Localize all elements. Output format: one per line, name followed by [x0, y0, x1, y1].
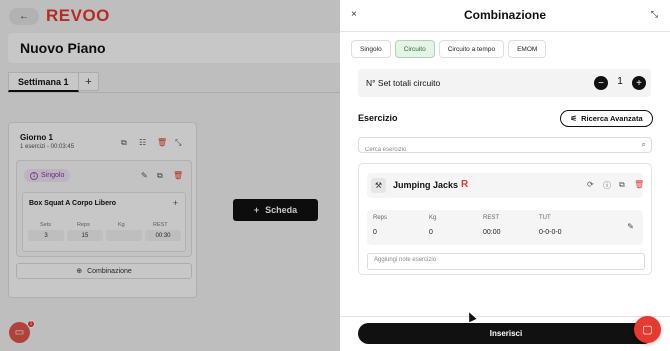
advanced-search-label: Ricerca Avanzata: [581, 114, 643, 123]
add-scheda-button[interactable]: + Scheda: [233, 199, 318, 221]
type-badge: 1 Singolo: [24, 169, 71, 182]
exercise-name[interactable]: Jumping Jacks: [393, 180, 458, 190]
collapse-icon[interactable]: ⤡: [651, 9, 658, 20]
back-button[interactable]: ←: [9, 8, 39, 25]
trash-icon[interactable]: 🗑: [157, 138, 167, 147]
replace-icon[interactable]: ⟳: [587, 180, 594, 189]
reps-value: 0: [373, 229, 377, 236]
sets-stepper: N° Set totali circuito − 1 +: [358, 69, 651, 97]
exercise-card[interactable]: Box Squat A Corpo Libero + Sets Reps Kg …: [22, 192, 186, 252]
pencil-icon[interactable]: ✎: [141, 171, 148, 180]
exercise-item: ⚒ Jumping Jacks R ⟳ ⓘ ⧉ 🗑 Reps Kg REST T…: [358, 163, 652, 275]
exercise-header: ⚒ Jumping Jacks R ⟳ ⓘ ⧉ 🗑: [367, 173, 644, 198]
copy-icon[interactable]: ⧉: [157, 171, 163, 181]
exercise-group: 1 Singolo ✎ ⧉ 🗑 Box Squat A Corpo Libero…: [16, 160, 192, 257]
stat-header: Reps: [373, 215, 388, 221]
col-header: Reps: [77, 222, 90, 228]
combination-label: Combinazione: [87, 267, 132, 275]
insert-button[interactable]: Inserisci: [358, 323, 654, 344]
minus-button[interactable]: −: [594, 76, 608, 90]
tab-emom[interactable]: EMOM: [508, 40, 547, 58]
stat-header: REST: [483, 215, 500, 221]
tut-value: 0-0-0-0: [539, 229, 562, 236]
col-header: Sets: [40, 222, 52, 228]
col-header: Kg: [118, 222, 125, 228]
rest-value: 00:00: [483, 229, 501, 236]
notes-field[interactable]: [368, 254, 644, 269]
exercise-thumbnail-icon: ⚒: [371, 178, 386, 193]
chat-icon: ▭: [14, 327, 25, 338]
reps-value[interactable]: 15: [67, 230, 103, 241]
filter-icon: ⚟: [570, 114, 578, 123]
info-icon[interactable]: ⓘ: [603, 180, 611, 191]
plus-icon: +: [253, 205, 260, 215]
pencil-icon[interactable]: ✎: [627, 222, 634, 231]
combination-button[interactable]: ⊕ Combinazione: [16, 263, 192, 279]
tabs-divider: [8, 92, 340, 93]
notification-badge: 1: [27, 320, 35, 328]
add-week-button[interactable]: +: [78, 72, 99, 91]
day-card: Giorno 1 1 esercizi - 00:03:45 ⧉ ☷ 🗑 ⤡ 1…: [8, 122, 197, 298]
header-divider: [340, 31, 670, 32]
copy-icon[interactable]: ⧉: [121, 138, 127, 148]
type-number: 1: [30, 171, 38, 180]
exercise-flag: R: [461, 179, 469, 190]
search-box: ⌕: [358, 137, 652, 157]
arrow-left-icon: ←: [19, 11, 29, 22]
plan-title-bar: Nuovo Piano: [8, 33, 353, 63]
day-subtitle: 1 esercizi - 00:03:45: [20, 144, 75, 150]
kg-value[interactable]: [106, 230, 142, 241]
combination-panel: × Combinazione ⤡ Singolo Circuito Circui…: [340, 0, 670, 351]
kg-value: 0: [429, 229, 433, 236]
search-input[interactable]: [359, 143, 629, 157]
copy-icon[interactable]: ⧉: [619, 180, 625, 190]
plus-button[interactable]: +: [632, 76, 646, 90]
panel-title: Combinazione: [463, 8, 546, 22]
notes-box: [367, 253, 645, 270]
sets-value: 1: [617, 76, 623, 87]
sets-label: N° Set totali circuito: [366, 78, 441, 88]
sets-value[interactable]: 3: [28, 230, 64, 241]
stat-header: TUT: [539, 215, 551, 221]
tab-circuito-a-tempo[interactable]: Circuito a tempo: [438, 40, 505, 58]
chat-icon: ▢: [642, 324, 653, 336]
page-title: Nuovo Piano: [20, 40, 106, 56]
tab-week-1[interactable]: Settimana 1: [8, 72, 79, 92]
col-header: REST: [153, 222, 168, 228]
plus-icon[interactable]: +: [173, 198, 178, 208]
trash-icon[interactable]: 🗑: [173, 171, 183, 180]
logo: REVOO: [46, 6, 110, 25]
tab-circuito[interactable]: Circuito: [394, 40, 435, 58]
exercise-name: Box Squat A Corpo Libero: [29, 200, 116, 207]
reorder-icon[interactable]: ☷: [139, 138, 146, 147]
combination-type-tabs: Singolo Circuito Circuito a tempo EMOM: [351, 40, 547, 58]
advanced-search-button[interactable]: ⚟ Ricerca Avanzata: [560, 110, 653, 127]
scheda-label: Scheda: [265, 205, 298, 215]
plus-circle-icon: ⊕: [76, 268, 83, 275]
tab-singolo[interactable]: Singolo: [351, 40, 391, 58]
collapse-icon[interactable]: ⤡: [175, 138, 181, 148]
type-label: Singolo: [41, 172, 65, 179]
exercise-stats[interactable]: Reps Kg REST TUT 0 0 00:00 0-0-0-0 ✎: [367, 210, 643, 245]
search-icon: ⌕: [641, 140, 646, 149]
trash-icon[interactable]: 🗑: [634, 180, 644, 189]
stat-header: Kg: [429, 215, 437, 221]
exercise-section-title: Esercizio: [358, 113, 398, 123]
footer-divider: [340, 316, 670, 317]
chat-button[interactable]: ▢: [634, 316, 661, 343]
day-title: Giorno 1: [20, 133, 53, 142]
rest-value[interactable]: 00:30: [145, 230, 181, 241]
